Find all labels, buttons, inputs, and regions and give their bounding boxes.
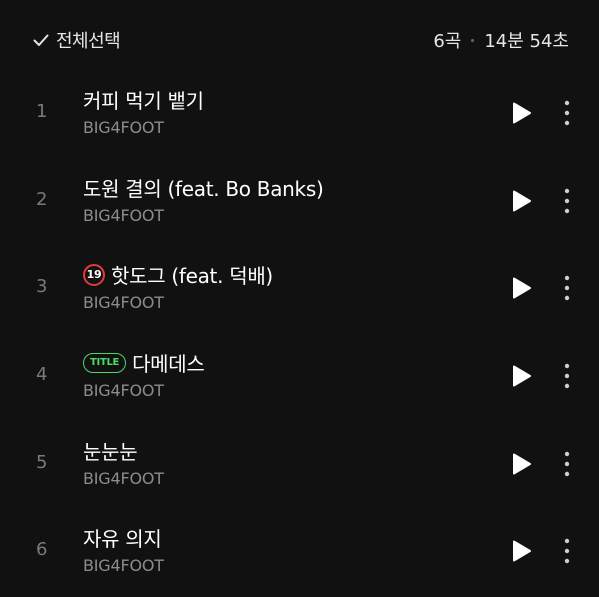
track-artist[interactable]: BIG4FOOT [83,206,164,225]
track-title-text: 커피 먹기 뱉기 [83,89,204,113]
track-row[interactable]: 3 19 핫도그 (feat. 덕배) BIG4FOOT [0,243,599,331]
track-title: 눈눈눈 [83,436,138,465]
more-vertical-icon[interactable] [556,187,578,215]
track-title: 자유 의지 [83,523,162,552]
play-icon[interactable] [508,538,534,564]
track-title-text: 도원 결의 (feat. Bo Banks) [83,177,324,201]
track-title: TITLE 다메데스 [83,348,205,377]
total-duration: 14분 54초 [484,31,569,52]
check-icon [33,34,49,46]
more-vertical-icon[interactable] [556,537,578,565]
play-icon[interactable] [508,451,534,477]
play-icon[interactable] [508,100,534,126]
more-vertical-icon[interactable] [556,450,578,478]
track-title-text: 눈눈눈 [83,440,138,464]
track-number: 2 [36,189,48,210]
play-icon[interactable] [508,188,534,214]
more-vertical-icon[interactable] [556,99,578,127]
track-title: 도원 결의 (feat. Bo Banks) [83,173,324,202]
track-row[interactable]: 1 커피 먹기 뱉기 BIG4FOOT [0,68,599,156]
track-row[interactable]: 2 도원 결의 (feat. Bo Banks) BIG4FOOT [0,156,599,244]
track-number: 4 [36,364,48,385]
more-vertical-icon[interactable] [556,362,578,390]
track-title-text: 다메데스 [132,352,205,376]
play-icon[interactable] [508,275,534,301]
track-title: 커피 먹기 뱉기 [83,85,204,114]
track-title-text: 핫도그 (feat. 덕배) [111,264,273,288]
track-number: 3 [36,276,48,297]
track-artist[interactable]: BIG4FOOT [83,118,164,137]
select-all-button[interactable]: 전체선택 [32,27,121,53]
track-artist[interactable]: BIG4FOOT [83,469,164,488]
select-all-label: 전체선택 [56,31,121,52]
track-count: 6곡 [433,31,462,52]
track-row[interactable]: 4 TITLE 다메데스 BIG4FOOT [0,331,599,419]
title-track-badge: TITLE [83,352,127,373]
album-summary: 6곡 14분 54초 [433,27,569,53]
track-row[interactable]: 5 눈눈눈 BIG4FOOT [0,419,599,507]
track-number: 6 [36,539,48,560]
explicit-badge: 19 [83,263,105,286]
track-artist[interactable]: BIG4FOOT [83,381,164,400]
separator-dot [471,38,475,42]
track-artist[interactable]: BIG4FOOT [83,293,164,312]
track-row[interactable]: 6 자유 의지 BIG4FOOT [0,506,599,594]
track-title-text: 자유 의지 [83,527,162,551]
more-vertical-icon[interactable] [556,274,578,302]
track-artist[interactable]: BIG4FOOT [83,556,164,575]
track-title: 19 핫도그 (feat. 덕배) [83,260,273,289]
track-number: 1 [36,101,48,122]
track-number: 5 [36,452,48,473]
play-icon[interactable] [508,363,534,389]
